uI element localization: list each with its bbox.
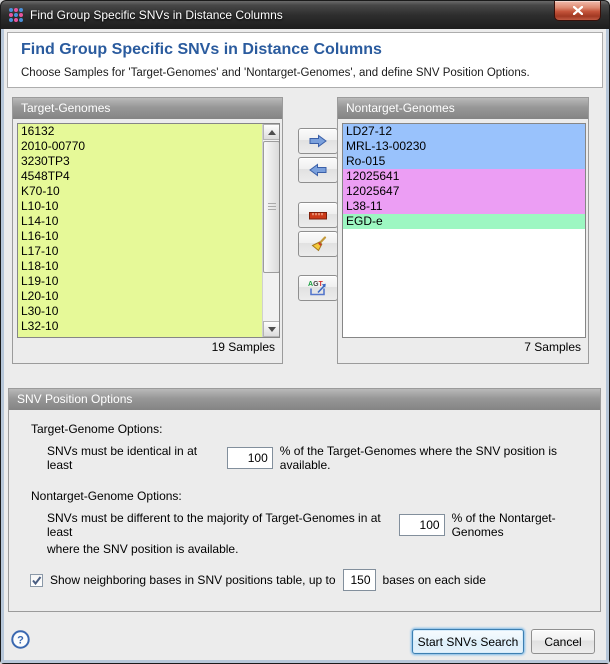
- nontarget-genomes-list[interactable]: LD27-12 MRL-13-00230 Ro-015 12025641 120…: [342, 123, 586, 338]
- list-item[interactable]: Ro-015: [343, 154, 585, 169]
- target-genomes-list[interactable]: 16132 2010-00770 3230TP3 4548TP4 K70-10 …: [17, 123, 280, 338]
- broom-icon: [310, 236, 327, 252]
- list-item[interactable]: 3230TP3: [18, 154, 262, 169]
- close-x-icon: [573, 6, 583, 15]
- snv-position-options-group: SNV Position Options Target-Genome Optio…: [8, 388, 601, 612]
- nontarget-rule-row: SNVs must be different to the majority o…: [47, 511, 600, 539]
- nontarget-genomes-panel-title: Nontarget-Genomes: [338, 98, 588, 119]
- arrow-right-icon: [308, 134, 328, 148]
- list-item[interactable]: LD27-12: [343, 124, 585, 139]
- titlebar: Find Group Specific SNVs in Distance Col…: [1, 1, 609, 29]
- list-item[interactable]: L30-10: [18, 304, 262, 319]
- neighbor-bases-checkbox[interactable]: [30, 574, 43, 587]
- triangle-up-icon: [268, 130, 276, 135]
- snv-position-options-title: SNV Position Options: [9, 389, 600, 410]
- vertical-scrollbar[interactable]: [262, 124, 279, 337]
- dialog-frame: Find Group Specific SNVs in Distance Col…: [1, 29, 609, 663]
- arrow-left-icon: [308, 163, 328, 177]
- target-rule-row: SNVs must be identical in at least % of …: [47, 444, 600, 472]
- start-snvs-search-button[interactable]: Start SNVs Search: [412, 629, 524, 654]
- checkmark-icon: [31, 575, 42, 586]
- dialog-window: Find Group Specific SNVs in Distance Col…: [0, 0, 610, 664]
- nontarget-rule-suffix-line2: where the SNV position is available.: [47, 542, 238, 556]
- app-dots-logo-icon: [8, 7, 24, 23]
- list-item[interactable]: L20-10: [18, 289, 262, 304]
- thumb-grip-icon: [268, 203, 276, 210]
- scroll-up-button[interactable]: [263, 124, 280, 140]
- dialog-header: Find Group Specific SNVs in Distance Col…: [7, 32, 603, 88]
- triangle-down-icon: [268, 327, 276, 332]
- nontarget-genomes-panel: Nontarget-Genomes LD27-12 MRL-13-00230 R…: [337, 97, 589, 364]
- agt-table-icon: AGT: [307, 279, 329, 297]
- list-item[interactable]: 16132: [18, 124, 262, 139]
- scrollbar-thumb[interactable]: [263, 141, 280, 273]
- list-item[interactable]: K70-10: [18, 184, 262, 199]
- list-item[interactable]: MRL-13-00230: [343, 139, 585, 154]
- red-ruler-icon: [309, 211, 327, 220]
- list-item[interactable]: L18-10: [18, 259, 262, 274]
- move-to-target-button[interactable]: [298, 157, 338, 183]
- list-item[interactable]: L14-10: [18, 214, 262, 229]
- list-item[interactable]: 12025647: [343, 184, 585, 199]
- target-rule-suffix: % of the Target-Genomes where the SNV po…: [280, 444, 600, 472]
- scroll-down-button[interactable]: [263, 321, 280, 337]
- list-item[interactable]: EGD-e: [343, 214, 585, 229]
- nontarget-rule-suffix-line1: % of the Nontarget-Genomes: [452, 511, 600, 539]
- list-item[interactable]: L19-10: [18, 274, 262, 289]
- nontarget-genome-options-label: Nontarget-Genome Options:: [31, 489, 182, 503]
- list-item[interactable]: L38-11: [343, 199, 585, 214]
- list-item[interactable]: L17-10: [18, 244, 262, 259]
- svg-text:AGT: AGT: [308, 281, 324, 288]
- target-genome-options-label: Target-Genome Options:: [31, 422, 162, 436]
- neighbor-bases-row: Show neighboring bases in SNV positions …: [30, 569, 486, 591]
- list-item[interactable]: L32-10: [18, 319, 262, 334]
- move-to-nontarget-button[interactable]: [298, 128, 338, 154]
- show-snv-table-button[interactable]: AGT: [298, 275, 338, 301]
- neighbor-bases-suffix: bases on each side: [383, 573, 486, 587]
- neighbor-bases-input[interactable]: [343, 569, 376, 591]
- target-samples-count: 19 Samples: [212, 340, 275, 354]
- list-item[interactable]: 4548TP4: [18, 169, 262, 184]
- nontarget-percent-input[interactable]: [399, 514, 445, 536]
- help-button[interactable]: ?: [10, 629, 31, 650]
- svg-text:?: ?: [17, 635, 24, 647]
- nontarget-rule-prefix: SNVs must be different to the majority o…: [47, 511, 392, 539]
- window-title: Find Group Specific SNVs in Distance Col…: [30, 8, 283, 22]
- target-genomes-panel: Target-Genomes 16132 2010-00770 3230TP3 …: [12, 97, 283, 364]
- list-item[interactable]: L10-10: [18, 199, 262, 214]
- page-subtitle: Choose Samples for 'Target-Genomes' and …: [21, 67, 530, 79]
- target-percent-input[interactable]: [227, 447, 273, 469]
- target-rule-prefix: SNVs must be identical in at least: [47, 444, 220, 472]
- list-item[interactable]: 12025641: [343, 169, 585, 184]
- close-button[interactable]: [554, 1, 601, 21]
- target-genomes-panel-title: Target-Genomes: [13, 98, 282, 119]
- remove-samples-button[interactable]: [298, 202, 338, 228]
- list-item[interactable]: L16-10: [18, 229, 262, 244]
- neighbor-bases-label: Show neighboring bases in SNV positions …: [50, 573, 336, 587]
- list-item[interactable]: 2010-00770: [18, 139, 262, 154]
- nontarget-samples-count: 7 Samples: [524, 340, 581, 354]
- page-title: Find Group Specific SNVs in Distance Col…: [21, 41, 382, 59]
- help-question-icon: ?: [10, 629, 31, 650]
- cancel-button[interactable]: Cancel: [531, 629, 595, 654]
- clear-lists-button[interactable]: [298, 231, 338, 257]
